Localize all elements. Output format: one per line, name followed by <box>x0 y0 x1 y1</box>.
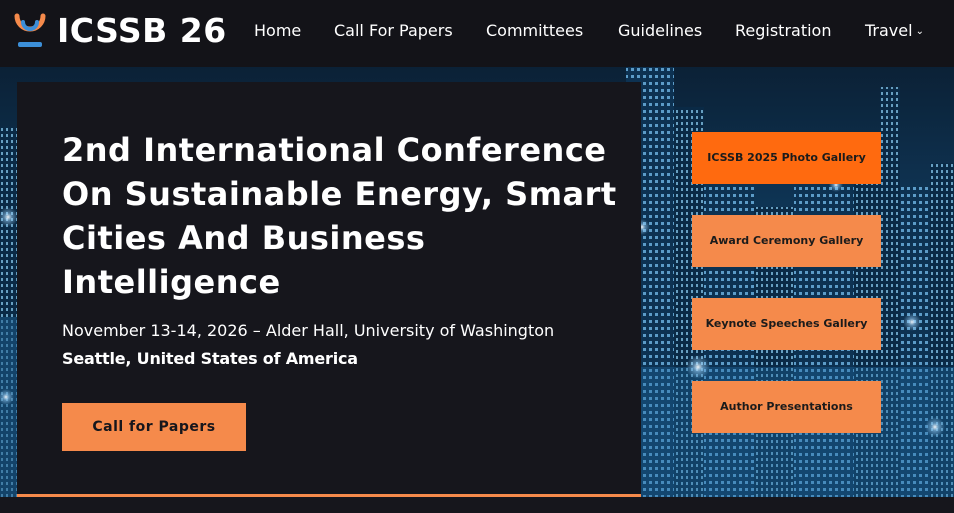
nav-registration[interactable]: Registration <box>735 20 831 42</box>
author-presentations-button[interactable]: Author Presentations <box>692 381 881 433</box>
award-ceremony-gallery-button[interactable]: Award Ceremony Gallery <box>692 215 881 267</box>
call-for-papers-button[interactable]: Call for Papers <box>62 403 246 451</box>
nav-travel-label: Travel <box>865 21 913 40</box>
nav-travel[interactable]: Travel ⌄ <box>865 20 924 45</box>
hero-location: Seattle, United States of America <box>62 349 358 368</box>
brand-name[interactable]: ICSSB 26 <box>57 11 227 51</box>
nav-guidelines[interactable]: Guidelines <box>618 20 702 42</box>
hero-date-venue: November 13-14, 2026 – Alder Hall, Unive… <box>62 321 555 340</box>
panel-accent-line <box>17 494 641 497</box>
photo-gallery-button[interactable]: ICSSB 2025 Photo Gallery <box>692 132 881 184</box>
hero-bottom-strip <box>0 497 954 513</box>
nav-committees[interactable]: Committees <box>486 20 583 42</box>
keynote-speeches-gallery-button[interactable]: Keynote Speeches Gallery <box>692 298 881 350</box>
hero-title: 2nd International Conference On Sustaina… <box>62 131 617 301</box>
top-navbar: ICSSB 26 Home Call For Papers Committees… <box>0 0 954 67</box>
conference-logo-icon[interactable] <box>13 12 47 50</box>
nav-call-for-papers[interactable]: Call For Papers <box>334 20 453 42</box>
nav-home[interactable]: Home <box>254 20 301 42</box>
chevron-down-icon: ⌄ <box>915 26 924 37</box>
